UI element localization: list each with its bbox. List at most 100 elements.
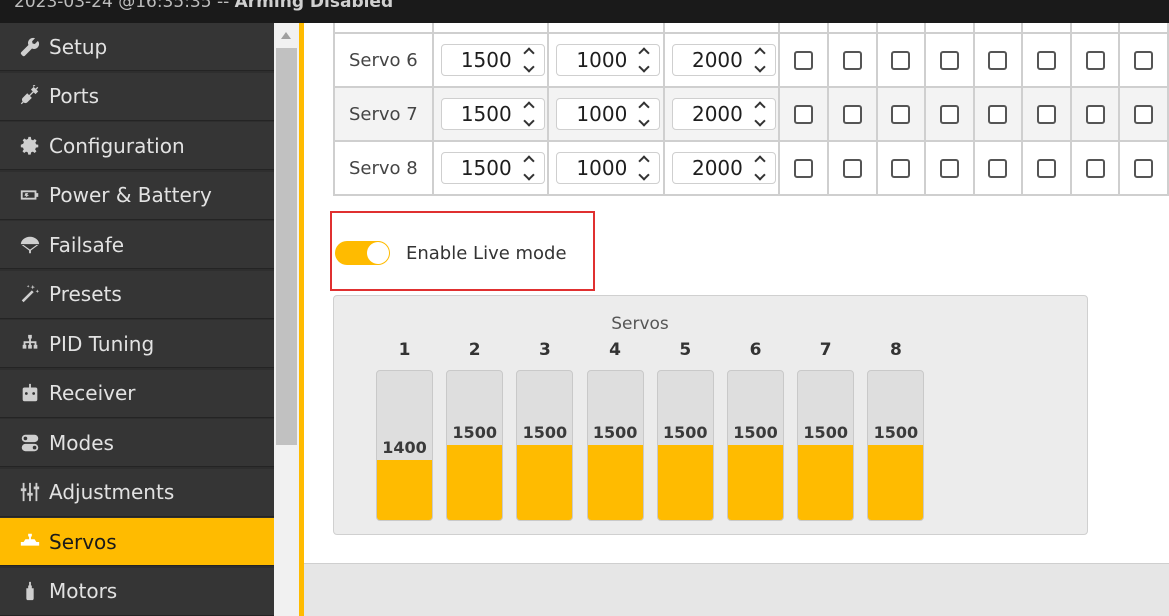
servo-mid-value: 1500 bbox=[460, 156, 512, 180]
sidebar-item-label: Modes bbox=[49, 430, 114, 455]
table-header-row bbox=[333, 23, 1169, 34]
channel-forward-checkbox[interactable] bbox=[939, 158, 959, 178]
servo-max-input[interactable]: 2000 bbox=[671, 98, 776, 130]
sidebar-item-power-battery[interactable]: Power & Battery bbox=[0, 171, 274, 220]
spinner-arrows-icon[interactable] bbox=[520, 153, 538, 183]
servo-bar-number: 3 bbox=[538, 340, 551, 360]
sidebar-item-modes[interactable]: Modes bbox=[0, 419, 274, 467]
robot-icon bbox=[19, 382, 41, 404]
spinner-arrows-icon[interactable] bbox=[520, 99, 538, 129]
servo-mid-input[interactable]: 1500 bbox=[440, 152, 545, 184]
sidebar-item-receiver[interactable]: Receiver bbox=[0, 369, 274, 418]
sidebar-item-label: Servos bbox=[49, 529, 117, 554]
servo-bar-fill bbox=[447, 445, 503, 520]
channel-forward-checkbox[interactable] bbox=[988, 104, 1008, 124]
servo-bar-track: 1500 bbox=[656, 370, 714, 521]
servo-bar-fill bbox=[868, 445, 924, 520]
toggles-icon bbox=[19, 432, 41, 454]
connection-status: 2023-03-24 @16:35:35 -- Arming Disabled bbox=[14, 0, 393, 12]
plug-icon bbox=[19, 85, 41, 107]
sidebar-item-label: Setup bbox=[49, 34, 108, 59]
channel-forward-checkbox[interactable] bbox=[794, 50, 814, 70]
servo-max-input[interactable]: 2000 bbox=[671, 152, 776, 184]
spinner-arrows-icon[interactable] bbox=[635, 99, 653, 129]
sidebar-item-motors[interactable]: Motors bbox=[0, 567, 274, 616]
servo-mid-input[interactable]: 1500 bbox=[440, 98, 545, 130]
channel-forward-checkbox[interactable] bbox=[794, 104, 814, 124]
sidebar-nav: Setup Ports Configuration Power & Battery Fa… bbox=[0, 23, 274, 616]
sidebar-item-servos[interactable]: Servos bbox=[0, 518, 274, 566]
arming-status: Arming Disabled bbox=[234, 0, 394, 12]
channel-forward-checkbox[interactable] bbox=[1085, 50, 1105, 70]
table-row: Servo 7 1500 1000 2000 bbox=[333, 86, 1169, 142]
sidebar-item-failsafe[interactable]: Failsafe bbox=[0, 221, 274, 269]
servo-bar-track: 1500 bbox=[867, 370, 925, 521]
parachute-icon bbox=[19, 234, 41, 256]
sidebar-item-configuration[interactable]: Configuration bbox=[0, 122, 274, 170]
live-mode-toggle[interactable] bbox=[335, 241, 390, 265]
main-content: Servo 6 1500 1000 2000 Servo 7 1500 1000 2000 Se… bbox=[304, 23, 1169, 616]
servo-min-input[interactable]: 1000 bbox=[556, 44, 661, 76]
motor-icon bbox=[19, 580, 41, 602]
servo-max-value: 2000 bbox=[691, 156, 743, 180]
servo-bar-track: 1500 bbox=[516, 370, 574, 521]
table-row: Servo 8 1500 1000 2000 bbox=[333, 140, 1169, 196]
servo-bar-fill bbox=[657, 445, 713, 520]
spinner-arrows-icon[interactable] bbox=[751, 45, 769, 75]
channel-forward-checkbox[interactable] bbox=[1085, 158, 1105, 178]
servo-bar-number: 2 bbox=[468, 340, 481, 360]
channel-forward-checkbox[interactable] bbox=[1134, 104, 1154, 124]
channel-forward-checkbox[interactable] bbox=[1134, 50, 1154, 70]
servo-bar-number: 8 bbox=[889, 340, 902, 360]
servo-bar-track: 1500 bbox=[586, 370, 644, 521]
servo-bar-5: 5 1500 bbox=[656, 340, 714, 521]
scroll-up-arrow-icon[interactable] bbox=[281, 32, 291, 39]
channel-forward-checkbox[interactable] bbox=[1037, 50, 1057, 70]
channel-forward-checkbox[interactable] bbox=[939, 50, 959, 70]
servo-bar-value: 1400 bbox=[382, 438, 427, 457]
servo-bar-6: 6 1500 bbox=[727, 340, 784, 521]
channel-forward-checkbox[interactable] bbox=[1134, 158, 1154, 178]
channel-forward-checkbox[interactable] bbox=[1037, 104, 1057, 124]
battery-icon bbox=[19, 184, 41, 206]
channel-forward-checkbox[interactable] bbox=[842, 50, 862, 70]
channel-forward-checkbox[interactable] bbox=[939, 104, 959, 124]
sidebar-item-presets[interactable]: Presets bbox=[0, 270, 274, 319]
servo-mid-input[interactable]: 1500 bbox=[440, 44, 545, 76]
table-row: Servo 6 1500 1000 2000 bbox=[333, 32, 1169, 88]
sidebar-item-label: Ports bbox=[49, 84, 100, 108]
channel-forward-checkbox[interactable] bbox=[988, 50, 1008, 70]
servo-bar-track: 1400 bbox=[376, 370, 433, 521]
channel-forward-checkbox[interactable] bbox=[842, 158, 862, 178]
servo-icon bbox=[19, 531, 41, 553]
channel-forward-checkbox[interactable] bbox=[1085, 104, 1105, 124]
channel-forward-checkbox[interactable] bbox=[842, 104, 862, 124]
channel-forward-checkbox[interactable] bbox=[891, 50, 911, 70]
servo-bar-number: 4 bbox=[609, 340, 622, 360]
channel-forward-checkbox[interactable] bbox=[891, 104, 911, 124]
footer-toolbar bbox=[304, 563, 1169, 616]
vertical-scrollbar[interactable] bbox=[274, 23, 299, 616]
servo-min-input[interactable]: 1000 bbox=[556, 98, 661, 130]
servo-min-input[interactable]: 1000 bbox=[556, 152, 661, 184]
spinner-arrows-icon[interactable] bbox=[751, 99, 769, 129]
sidebar-item-setup[interactable]: Setup bbox=[0, 23, 274, 71]
servo-max-input[interactable]: 2000 bbox=[671, 44, 776, 76]
channel-forward-checkbox[interactable] bbox=[891, 158, 911, 178]
sidebar-item-ports[interactable]: Ports bbox=[0, 72, 274, 121]
spinner-arrows-icon[interactable] bbox=[520, 45, 538, 75]
servo-bar-fill bbox=[587, 445, 643, 520]
servo-bar-8: 8 1500 bbox=[867, 340, 925, 521]
servo-bar-2: 2 1500 bbox=[446, 340, 504, 521]
top-status-bar: 2023-03-24 @16:35:35 -- Arming Disabled bbox=[0, 0, 1169, 23]
channel-forward-checkbox[interactable] bbox=[1037, 158, 1057, 178]
spinner-arrows-icon[interactable] bbox=[751, 153, 769, 183]
sidebar-item-pid-tuning[interactable]: PID Tuning bbox=[0, 320, 274, 368]
sidebar-item-adjustments[interactable]: Adjustments bbox=[0, 468, 274, 517]
scroll-thumb[interactable] bbox=[276, 48, 297, 445]
spinner-arrows-icon[interactable] bbox=[635, 45, 653, 75]
channel-forward-checkbox[interactable] bbox=[988, 158, 1008, 178]
channel-forward-checkbox[interactable] bbox=[794, 158, 814, 178]
spinner-arrows-icon[interactable] bbox=[635, 153, 653, 183]
servo-name: Servo 6 bbox=[333, 32, 434, 88]
